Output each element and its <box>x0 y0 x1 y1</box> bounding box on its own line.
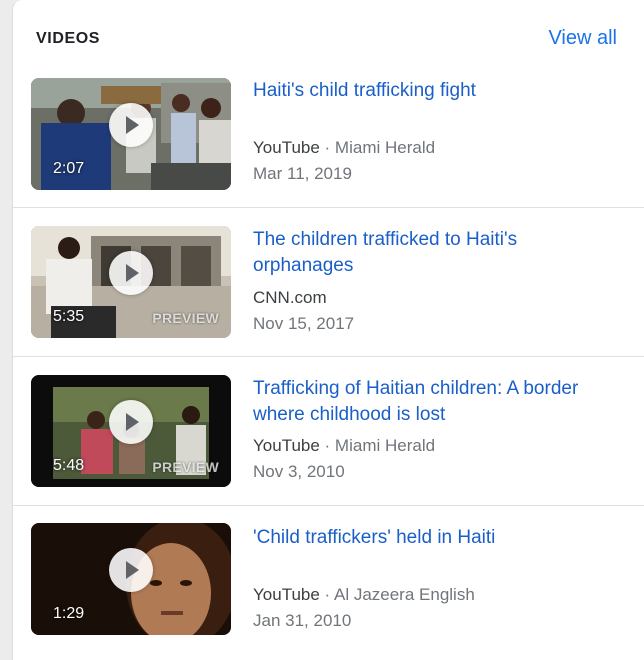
video-title-line: orphanages <box>253 255 354 276</box>
video-source: YouTube <box>253 138 320 157</box>
play-icon <box>109 548 153 592</box>
video-source: CNN.com <box>253 288 327 307</box>
video-thumbnail[interactable]: 1:29 <box>31 523 231 635</box>
video-title-link[interactable]: 'Child traffickers' held in Haiti <box>253 525 633 551</box>
video-channel: Al Jazeera English <box>333 585 475 604</box>
video-title-link[interactable]: Haiti's child trafficking fight <box>253 78 633 104</box>
meta-separator: · <box>319 585 334 604</box>
play-icon <box>109 251 153 295</box>
video-date: Nov 15, 2017 <box>253 314 355 333</box>
view-all-link[interactable]: View all <box>548 27 617 50</box>
video-source: YouTube <box>253 436 320 455</box>
video-meta: YouTube · Miami Herald <box>253 436 435 456</box>
video-thumbnail[interactable]: 2:07 <box>31 78 231 190</box>
video-date: Mar 11, 2019 <box>253 164 352 183</box>
card-header: VIDEOS View all <box>13 0 644 68</box>
video-meta: YouTube · Miami Herald <box>253 138 435 158</box>
video-date: Jan 31, 2010 <box>253 611 352 630</box>
video-source: YouTube <box>253 585 320 604</box>
video-date: Nov 3, 2010 <box>253 462 345 481</box>
video-item[interactable]: 1:29 'Child traffickers' held in Haiti Y… <box>13 506 644 654</box>
video-title-line: where childhood is lost <box>253 404 446 425</box>
video-title-line: The children trafficked to Haiti's <box>253 229 518 250</box>
meta-separator: · <box>319 436 335 455</box>
video-duration: 5:48 <box>53 457 85 474</box>
section-title: VIDEOS <box>36 30 101 47</box>
video-title-link[interactable]: Trafficking of Haitian children: A borde… <box>253 376 633 428</box>
videos-card: VIDEOS View all 2:07 Haiti's child traff… <box>12 0 644 660</box>
video-title-line: Trafficking of Haitian children: A borde… <box>253 378 579 399</box>
video-title-line: 'Child traffickers' held in Haiti <box>253 527 496 548</box>
video-meta: YouTube · Al Jazeera English <box>253 585 475 605</box>
video-thumbnail[interactable]: 5:35 PREVIEW <box>31 226 231 338</box>
meta-separator: · <box>319 138 335 157</box>
video-thumbnail[interactable]: 5:48 PREVIEW <box>31 375 231 487</box>
video-item[interactable]: 5:35 PREVIEW The children trafficked to … <box>13 208 644 356</box>
play-icon <box>109 400 153 444</box>
video-channel: Miami Herald <box>334 436 436 455</box>
preview-label: PREVIEW <box>152 310 219 326</box>
video-duration: 2:07 <box>53 160 85 177</box>
video-title-link[interactable]: The children trafficked to Haiti's orpha… <box>253 227 633 279</box>
preview-label: PREVIEW <box>152 459 219 475</box>
video-meta: CNN.com <box>253 288 327 308</box>
video-duration: 5:35 <box>53 308 85 325</box>
play-icon <box>109 103 153 147</box>
video-duration: 1:29 <box>53 605 85 622</box>
video-item[interactable]: 2:07 Haiti's child trafficking fight You… <box>13 68 644 216</box>
video-item[interactable]: 5:48 PREVIEW Trafficking of Haitian chil… <box>13 357 644 505</box>
video-channel: Miami Herald <box>334 138 436 157</box>
video-title-line: Haiti's child trafficking fight <box>253 80 476 101</box>
